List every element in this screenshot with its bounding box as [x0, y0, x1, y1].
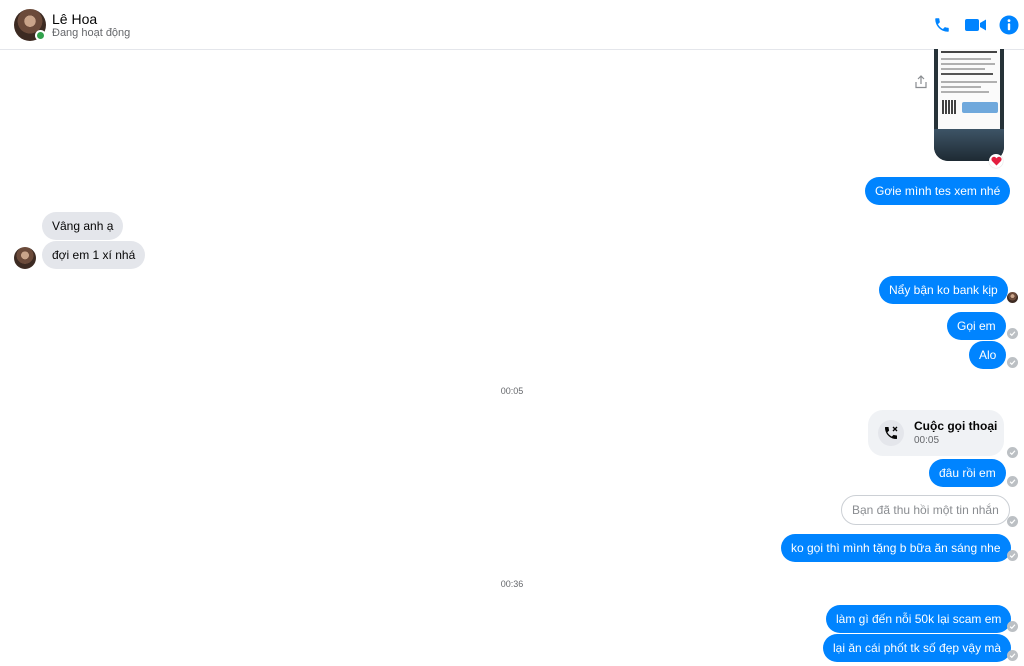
- seen-indicator: [1007, 357, 1018, 368]
- call-icon-circle: [878, 420, 904, 446]
- check-icon: [1009, 653, 1016, 659]
- call-title: Cuộc gọi thoại: [914, 419, 998, 433]
- check-icon: [1009, 519, 1016, 525]
- contact-name[interactable]: Lê Hoa: [52, 11, 97, 27]
- time-separator: 00:05: [500, 386, 524, 396]
- heart-icon: [990, 156, 1002, 166]
- check-icon: [1009, 553, 1016, 559]
- message-bubble-outgoing[interactable]: ko gọi thì mình tặng b bữa ăn sáng nhe: [781, 534, 1011, 562]
- unsent-message-bubble[interactable]: Bạn đã thu hồi một tin nhắn: [841, 495, 1010, 525]
- message-bubble-outgoing[interactable]: đâu rồi em: [929, 459, 1006, 487]
- phone-icon: [935, 18, 949, 32]
- voice-call-button[interactable]: [931, 14, 953, 36]
- message-bubble-outgoing[interactable]: Nẩy bận ko bank kịp: [879, 276, 1008, 304]
- chat-header: Lê Hoa Đang hoạt động: [0, 0, 1024, 50]
- video-camera-icon: [965, 19, 986, 31]
- voice-call-card[interactable]: Cuộc gọi thoại 00:05: [868, 410, 1004, 456]
- share-button[interactable]: [914, 75, 928, 89]
- message-bubble-outgoing[interactable]: làm gì đến nỗi 50k lại scam em: [826, 605, 1012, 633]
- seen-indicator: [1007, 476, 1018, 487]
- message-bubble-incoming[interactable]: Vâng anh ạ: [42, 212, 124, 240]
- seen-indicator: [1007, 328, 1018, 339]
- message-bubble-outgoing[interactable]: Alo: [969, 341, 1007, 369]
- video-call-button[interactable]: [963, 14, 989, 36]
- seen-indicator: [1007, 650, 1018, 661]
- online-status-dot: [35, 30, 46, 41]
- missed-call-icon: [885, 426, 898, 439]
- seen-by-avatar: [1007, 292, 1018, 303]
- active-status-text: Đang hoạt động: [52, 27, 131, 39]
- seen-indicator: [1007, 516, 1018, 527]
- message-thread[interactable]: Gơie mình tes xem nhé Vâng anh ạ đợi em …: [0, 49, 1024, 666]
- info-icon: [999, 15, 1019, 35]
- message-bubble-outgoing[interactable]: Gơie mình tes xem nhé: [865, 177, 1011, 205]
- heart-reaction[interactable]: [989, 154, 1003, 168]
- message-bubble-outgoing[interactable]: lại ăn cái phốt tk số đẹp vậy mà: [823, 634, 1012, 662]
- check-icon: [1009, 479, 1016, 485]
- conversation-info-button[interactable]: [998, 14, 1020, 36]
- message-bubble-incoming[interactable]: đợi em 1 xí nhá: [42, 241, 146, 269]
- seen-indicator: [1007, 621, 1018, 632]
- time-separator: 00:36: [500, 579, 524, 589]
- image-attachment[interactable]: [934, 49, 1004, 161]
- check-icon: [1009, 331, 1016, 337]
- check-icon: [1009, 624, 1016, 630]
- message-bubble-outgoing[interactable]: Gọi em: [947, 312, 1006, 340]
- call-duration: 00:05: [914, 435, 940, 446]
- check-icon: [1009, 360, 1016, 366]
- receipt-image: [938, 49, 1000, 129]
- seen-indicator: [1007, 550, 1018, 561]
- messenger-window: Lê Hoa Đang hoạt động Gơie mình tes xem …: [0, 0, 1024, 666]
- share-icon: [915, 75, 927, 89]
- contact-avatar-small[interactable]: [14, 247, 36, 269]
- check-icon: [1009, 450, 1016, 456]
- seen-indicator: [1007, 447, 1018, 458]
